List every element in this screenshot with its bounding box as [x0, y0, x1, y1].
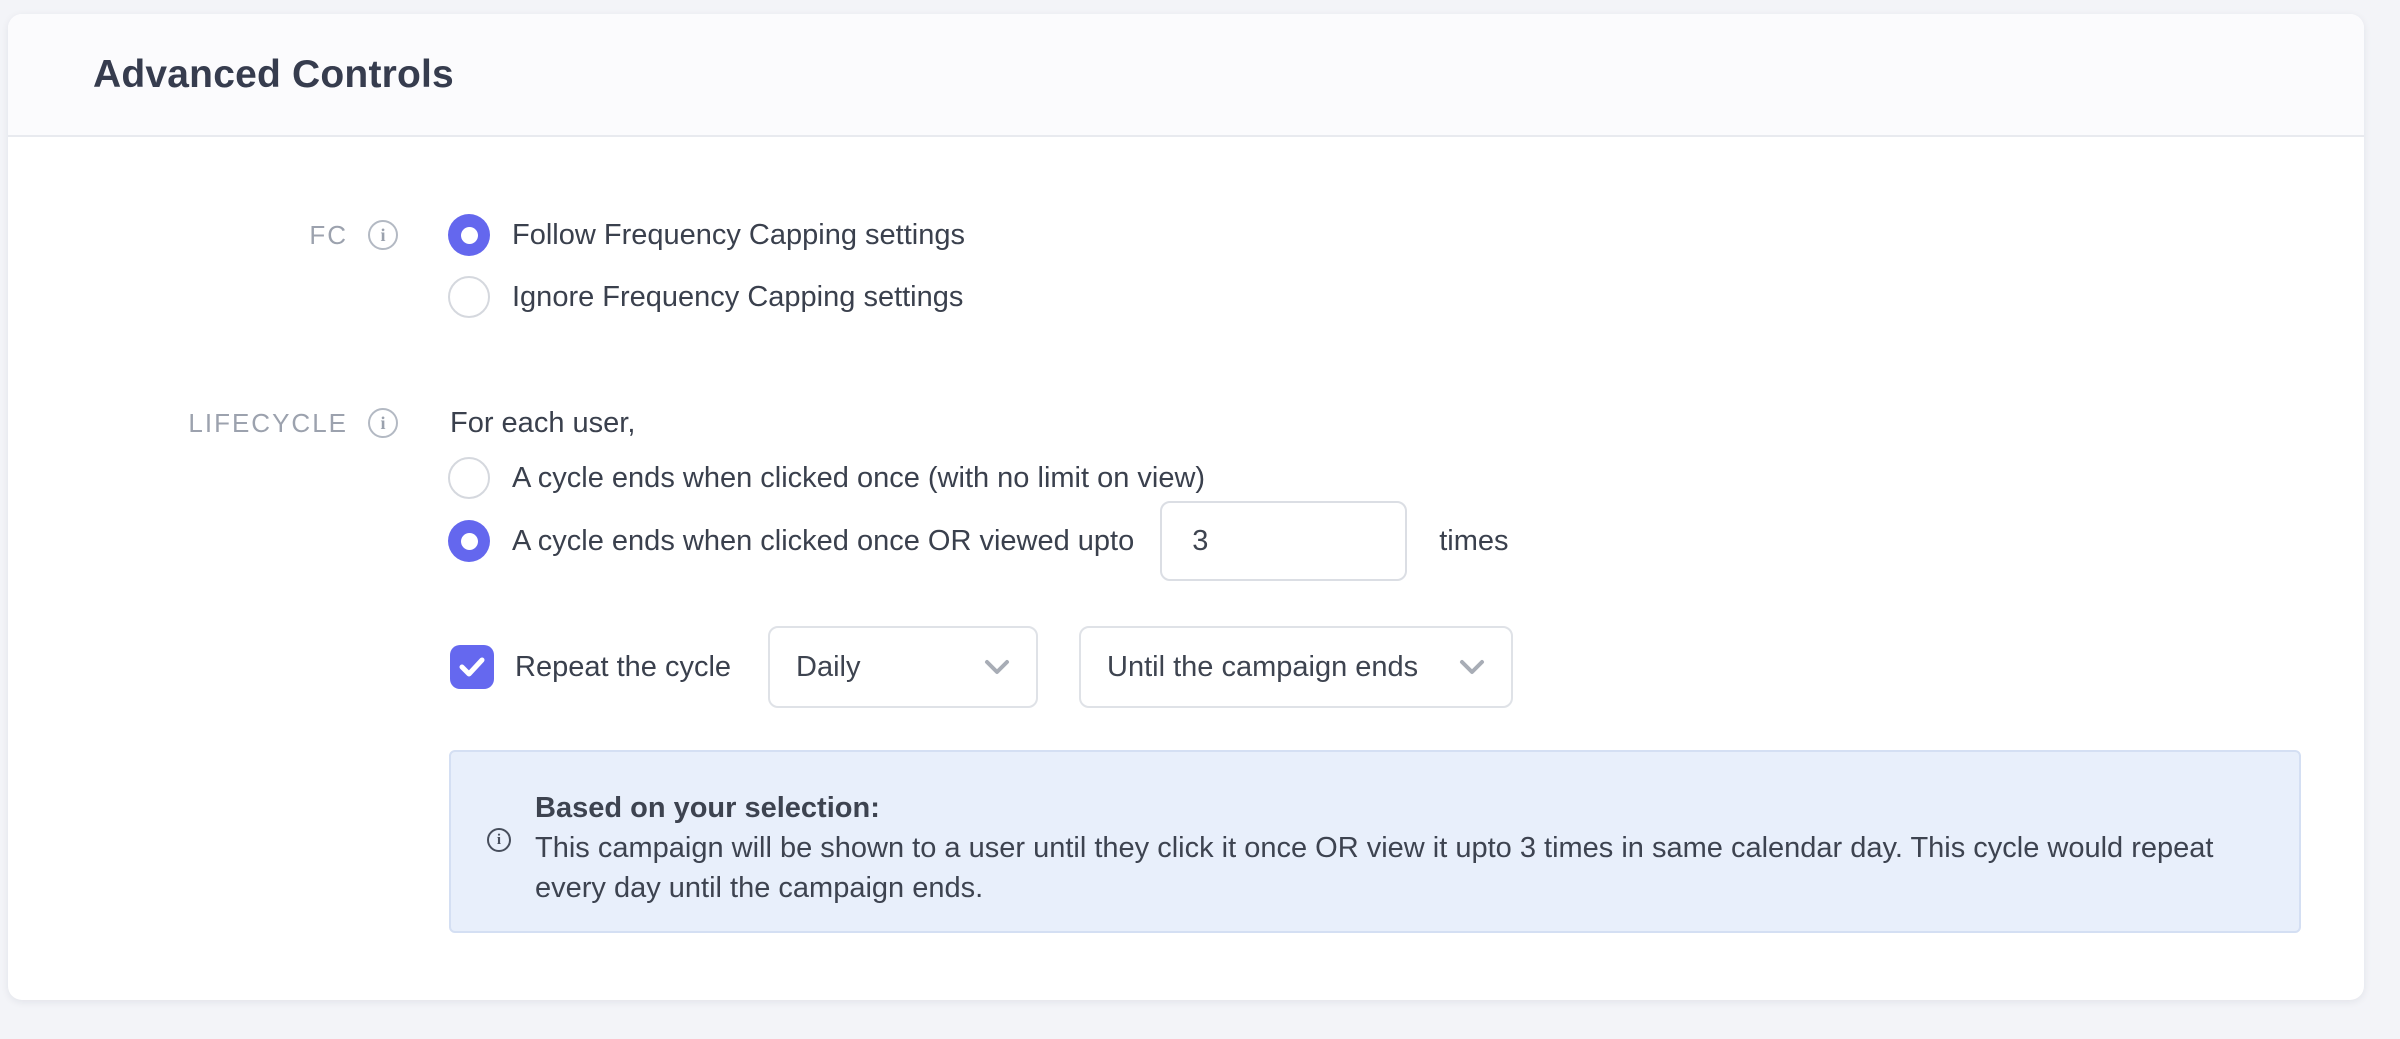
- duration-select-value: Until the campaign ends: [1107, 651, 1418, 684]
- repeat-cycle-row: Repeat the cycle Daily Until the campaig…: [450, 626, 1513, 708]
- radio-click-only[interactable]: [448, 457, 490, 499]
- radio-follow-fc-label[interactable]: Follow Frequency Capping settings: [512, 219, 965, 252]
- lifecycle-info-icon[interactable]: i: [368, 408, 398, 438]
- checkmark-icon: [459, 656, 485, 678]
- fc-info-icon[interactable]: i: [368, 220, 398, 250]
- summary-heading: Based on your selection:: [535, 788, 2251, 828]
- repeat-cycle-checkbox[interactable]: [450, 645, 494, 689]
- lifecycle-intro: For each user,: [450, 408, 635, 438]
- summary-info-icon: i: [487, 828, 511, 852]
- times-label: times: [1439, 525, 1508, 558]
- chevron-down-icon: [1459, 659, 1485, 675]
- summary-content: Based on your selection: This campaign w…: [535, 788, 2251, 908]
- fc-option-follow[interactable]: Follow Frequency Capping settings: [448, 214, 965, 256]
- radio-ignore-fc-label[interactable]: Ignore Frequency Capping settings: [512, 281, 963, 314]
- fc-section-label: FC: [8, 220, 348, 251]
- card-header: Advanced Controls: [8, 14, 2364, 137]
- frequency-select-value: Daily: [796, 651, 860, 684]
- frequency-select[interactable]: Daily: [768, 626, 1038, 708]
- view-count-input[interactable]: [1160, 501, 1407, 581]
- radio-ignore-fc[interactable]: [448, 276, 490, 318]
- page-title: Advanced Controls: [93, 53, 454, 97]
- radio-follow-fc[interactable]: [448, 214, 490, 256]
- radio-click-only-label[interactable]: A cycle ends when clicked once (with no …: [512, 462, 1205, 495]
- radio-click-or-view[interactable]: [448, 520, 490, 562]
- fc-option-ignore[interactable]: Ignore Frequency Capping settings: [448, 276, 963, 318]
- chevron-down-icon: [984, 659, 1010, 675]
- lifecycle-option-click-only[interactable]: A cycle ends when clicked once (with no …: [448, 457, 1205, 499]
- lifecycle-option-click-or-view[interactable]: A cycle ends when clicked once OR viewed…: [448, 501, 1509, 581]
- lifecycle-section-label: LIFECYCLE: [8, 408, 348, 439]
- selection-summary-box: i Based on your selection: This campaign…: [449, 750, 2301, 933]
- summary-body: This campaign will be shown to a user un…: [535, 828, 2251, 908]
- radio-click-or-view-label[interactable]: A cycle ends when clicked once OR viewed…: [512, 525, 1134, 558]
- advanced-controls-card: Advanced Controls FC i Follow Frequency …: [8, 14, 2364, 1000]
- duration-select[interactable]: Until the campaign ends: [1079, 626, 1513, 708]
- repeat-cycle-label[interactable]: Repeat the cycle: [515, 651, 731, 684]
